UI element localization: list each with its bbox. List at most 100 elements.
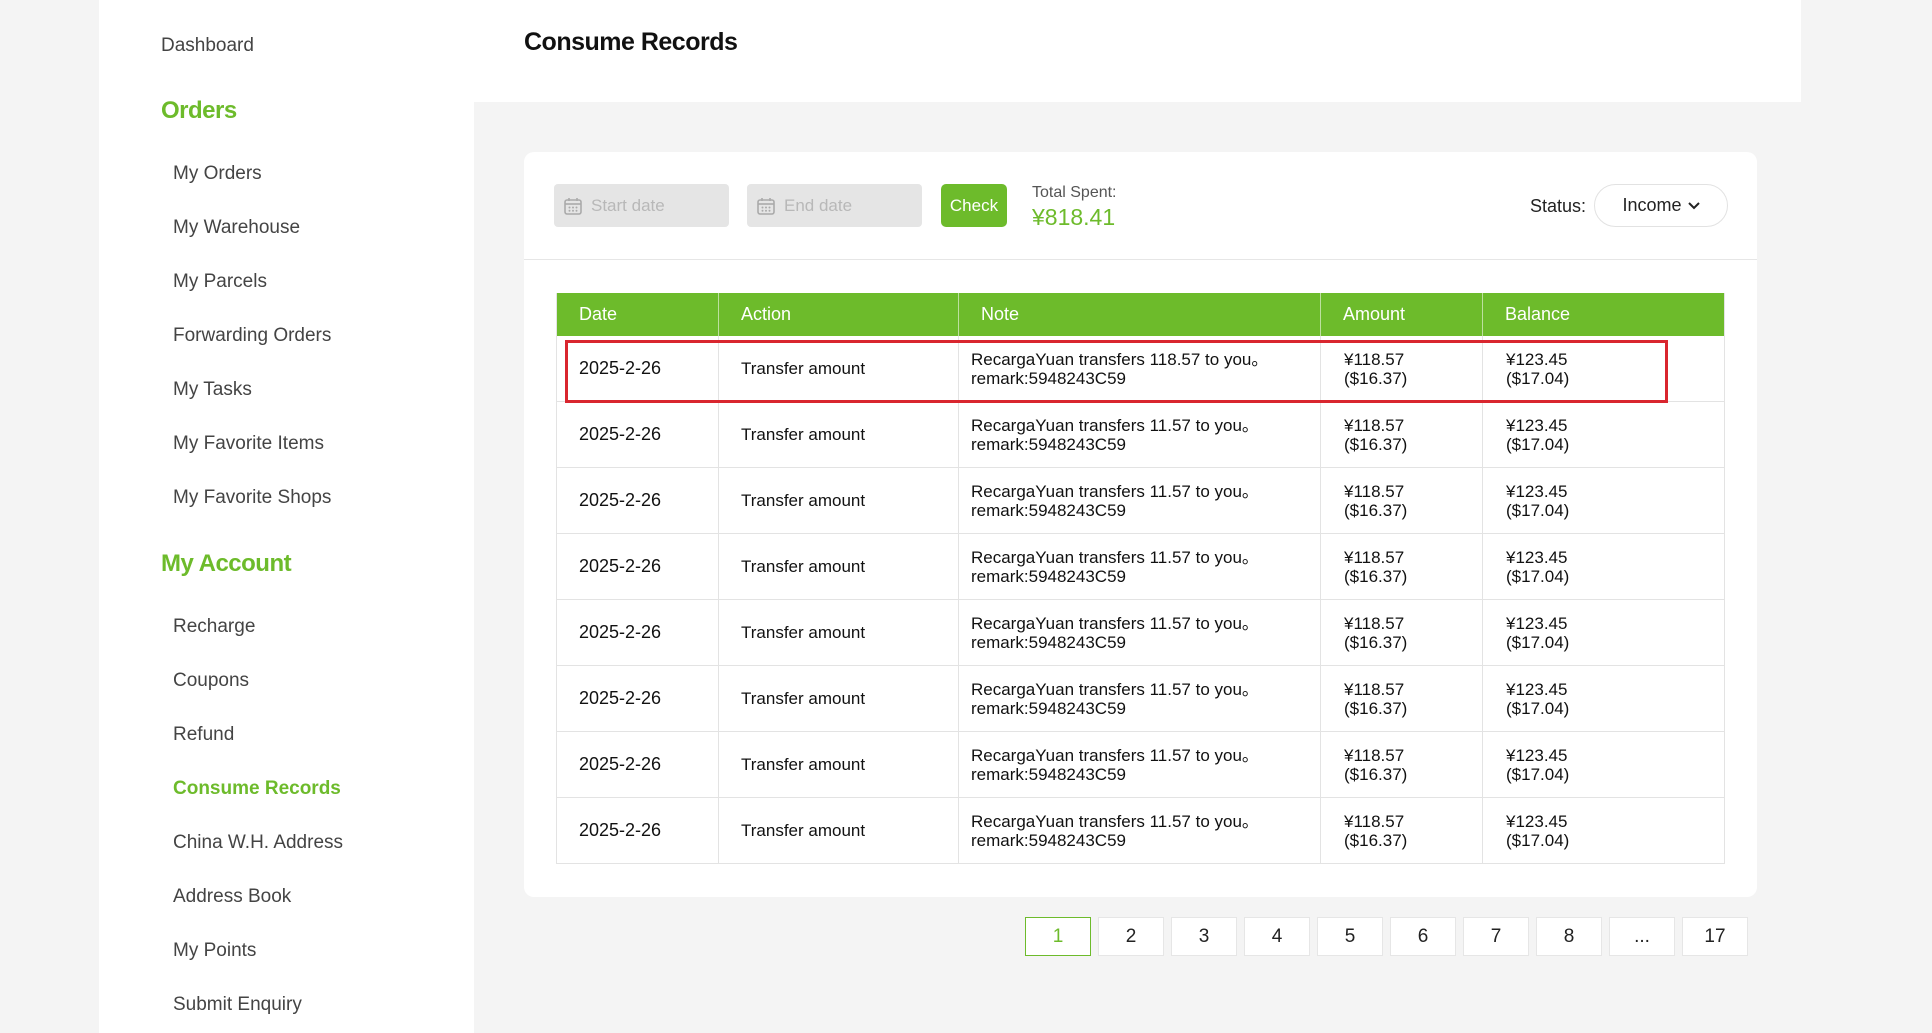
chevron-down-icon [1687,201,1700,210]
end-date-input[interactable]: End date [747,184,922,227]
calendar-icon [564,197,582,215]
table-row: 2025-2-26 Transfer amount RecargaYuan tran… [557,468,1724,534]
balance-cny: ¥123.45 [1506,415,1568,435]
sidebar-item-my-warehouse[interactable]: My Warehouse [173,217,300,239]
note-text: RecargaYuan transfers 11.57 to you。 [971,811,1259,831]
table-row: 2025-2-26 Transfer amount RecargaYuan tran… [557,402,1724,468]
page-button-2[interactable]: 2 [1098,917,1164,956]
amount-cny: ¥118.57 [1344,679,1405,699]
sidebar-item-my-favorite-items[interactable]: My Favorite Items [173,433,324,455]
cell-action: Transfer amount [719,336,959,401]
table-row: 2025-2-26 Transfer amount RecargaYuan tran… [557,666,1724,732]
sidebar: Dashboard [99,0,474,1033]
balance-usd: ($17.04) [1506,566,1570,586]
cell-amount: ¥118.57 ($16.37) [1321,336,1483,401]
cell-date: 2025-2-26 [557,798,719,863]
sidebar-item-consume-records[interactable]: Consume Records [173,778,341,800]
total-spent-value: ¥818.41 [1032,204,1116,230]
balance-usd: ($17.04) [1506,500,1570,520]
page-button-3[interactable]: 3 [1171,917,1237,956]
cell-amount: ¥118.57 ($16.37) [1321,402,1483,467]
balance-cny: ¥123.45 [1506,481,1568,501]
column-header-balance: Balance [1505,304,1571,324]
sidebar-item-my-favorite-shops[interactable]: My Favorite Shops [173,487,331,509]
start-date-input[interactable]: Start date [554,184,729,227]
amount-usd: ($16.37) [1344,698,1408,718]
note-text: RecargaYuan transfers 11.57 to you。 [971,613,1259,633]
amount-usd: ($16.37) [1344,368,1408,388]
sidebar-item-my-tasks[interactable]: My Tasks [173,379,252,401]
sidebar-item-address-book[interactable]: Address Book [173,886,291,908]
cell-note: RecargaYuan transfers 11.57 to you。 remar… [959,468,1321,533]
note-text: RecargaYuan transfers 11.57 to you。 [971,481,1259,501]
page-button-8[interactable]: 8 [1536,917,1602,956]
note-remark: remark:5948243C59 [971,434,1126,454]
cell-amount: ¥118.57 ($16.37) [1321,798,1483,863]
page-ellipsis: ... [1609,917,1675,956]
page-button-1[interactable]: 1 [1025,917,1091,956]
cell-note: RecargaYuan transfers 11.57 to you。 remar… [959,534,1321,599]
sidebar-item-china-wh-address[interactable]: China W.H. Address [173,832,343,854]
page-button-17[interactable]: 17 [1682,917,1748,956]
page-button-6[interactable]: 6 [1390,917,1456,956]
note-remark: remark:5948243C59 [971,698,1126,718]
cell-action: Transfer amount [719,534,959,599]
table-row: 2025-2-26 Transfer amount RecargaYuan tran… [557,336,1724,402]
amount-cny: ¥118.57 [1344,811,1405,831]
page-button-7[interactable]: 7 [1463,917,1529,956]
note-text: RecargaYuan transfers 11.57 to you。 [971,415,1259,435]
status-select-value: Income [1622,195,1682,215]
column-header-date: Date [557,293,719,336]
balance-cny: ¥123.45 [1506,613,1568,633]
sidebar-item-my-points[interactable]: My Points [173,940,256,962]
calendar-icon [757,197,775,215]
sidebar-item-submit-enquiry[interactable]: Submit Enquiry [173,994,302,1016]
status-select[interactable]: Income [1594,184,1728,227]
cell-date: 2025-2-26 [557,534,719,599]
note-text: RecargaYuan transfers 11.57 to you。 [971,547,1259,567]
amount-cny: ¥118.57 [1344,745,1405,765]
sidebar-item-my-parcels[interactable]: My Parcels [173,271,267,293]
table-row: 2025-2-26 Transfer amount RecargaYuan tran… [557,798,1724,864]
cell-action: Transfer amount [719,798,959,863]
column-header-note: Note [959,293,1321,336]
cell-amount: ¥118.57 ($16.37) [1321,600,1483,665]
cell-balance: ¥123.45 ($17.04) [1483,534,1724,599]
sidebar-item-forwarding-orders[interactable]: Forwarding Orders [173,325,331,347]
cell-balance: ¥123.45 ($17.04) [1483,798,1724,863]
amount-cny: ¥118.57 [1344,349,1405,369]
sidebar-dashboard-link[interactable]: Dashboard [161,35,254,57]
cell-date: 2025-2-26 [557,666,719,731]
note-remark: remark:5948243C59 [971,632,1126,652]
amount-cny: ¥118.57 [1344,613,1405,633]
amount-cny: ¥118.57 [1344,547,1405,567]
amount-usd: ($16.37) [1344,500,1408,520]
note-remark: remark:5948243C59 [971,764,1126,784]
amount-usd: ($16.37) [1344,566,1408,586]
table-row: 2025-2-26 Transfer amount RecargaYuan tran… [557,600,1724,666]
amount-usd: ($16.37) [1344,764,1408,784]
column-header-amount: Amount [1321,293,1483,336]
check-button[interactable]: Check [941,184,1007,227]
note-remark: remark:5948243C59 [971,830,1126,850]
sidebar-item-recharge[interactable]: Recharge [173,616,255,638]
cell-note: RecargaYuan transfers 11.57 to you。 remar… [959,600,1321,665]
amount-usd: ($16.37) [1344,434,1408,454]
sidebar-item-coupons[interactable]: Coupons [173,670,249,692]
filter-bar: Start date End date Check Total Spent: ¥… [524,152,1757,260]
cell-note: RecargaYuan transfers 11.57 to you。 remar… [959,666,1321,731]
records-table: Date Action Note Amount Balance 2025-2-2… [556,293,1725,864]
page-button-5[interactable]: 5 [1317,917,1383,956]
note-text: RecargaYuan transfers 11.57 to you。 [971,745,1259,765]
table-header: Date Action Note Amount Balance [557,293,1724,336]
page-button-4[interactable]: 4 [1244,917,1310,956]
cell-action: Transfer amount [719,600,959,665]
table-row: 2025-2-26 Transfer amount RecargaYuan tran… [557,534,1724,600]
note-remark: remark:5948243C59 [971,500,1126,520]
cell-amount: ¥118.57 ($16.37) [1321,468,1483,533]
table-row: 2025-2-26 Transfer amount RecargaYuan tran… [557,732,1724,798]
sidebar-item-refund[interactable]: Refund [173,724,234,746]
amount-cny: ¥118.57 [1344,415,1405,435]
sidebar-item-my-orders[interactable]: My Orders [173,163,262,185]
note-text: RecargaYuan transfers 11.57 to you。 [971,679,1259,699]
